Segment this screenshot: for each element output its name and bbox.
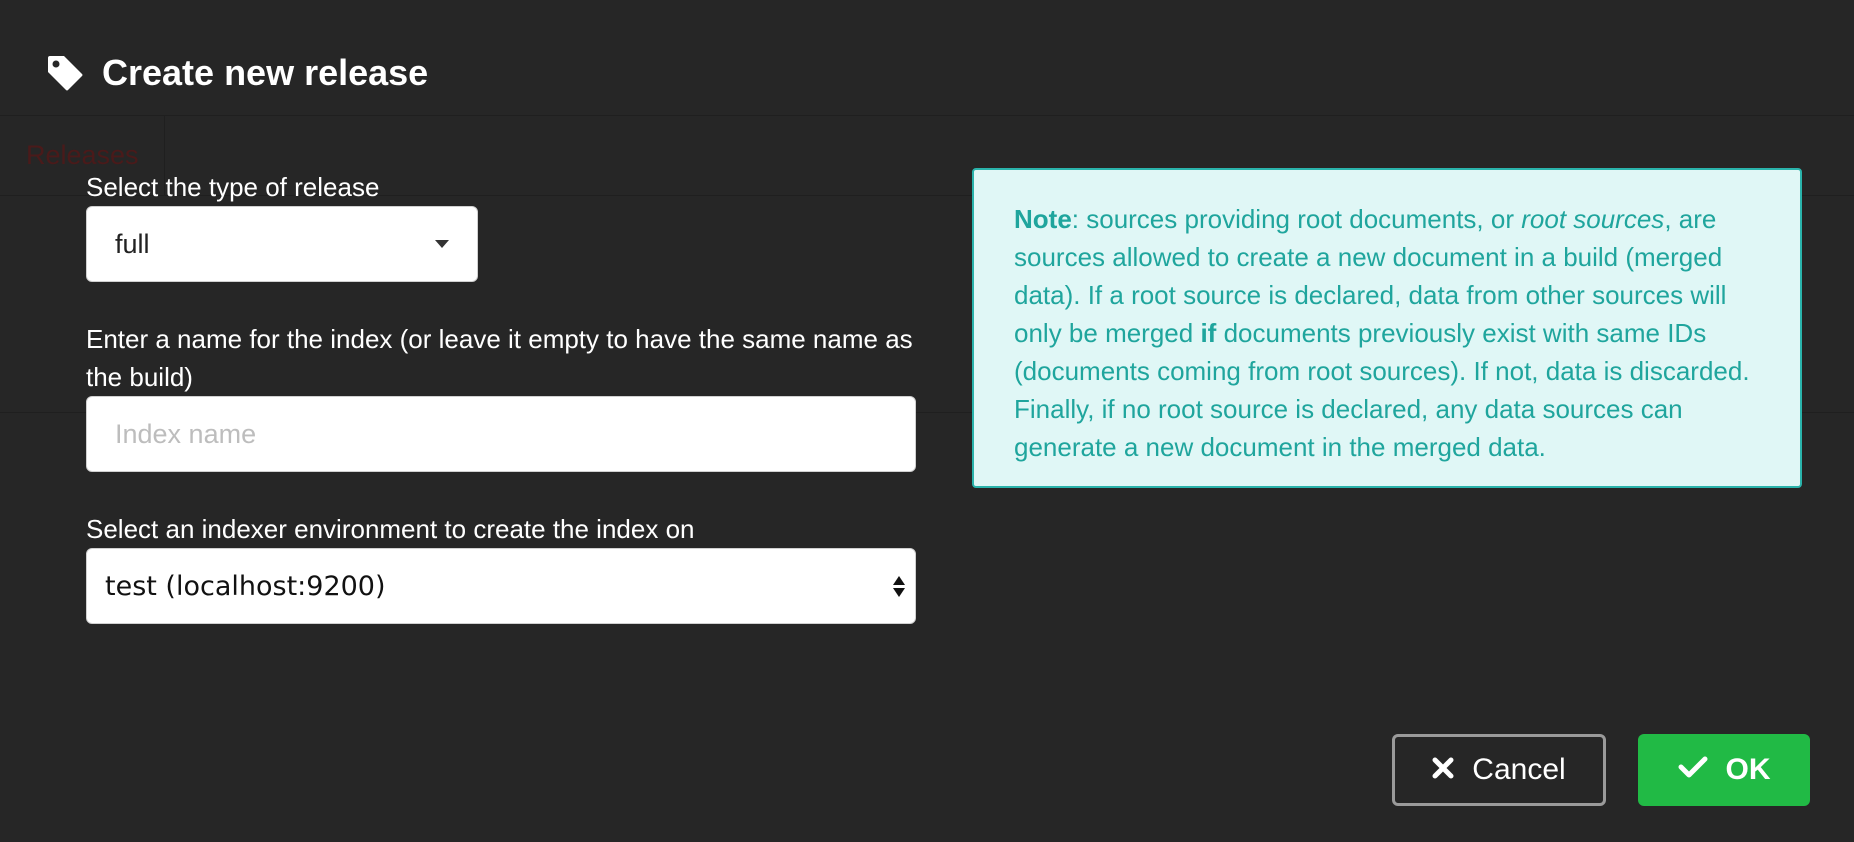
note-emphasis: root sources <box>1521 204 1665 234</box>
release-type-value: full <box>115 228 150 259</box>
index-name-label: Enter a name for the index (or leave it … <box>86 324 913 392</box>
modal-title: Create new release <box>102 52 429 93</box>
chevron-down-icon <box>435 240 449 248</box>
select-arrows-icon <box>893 575 905 597</box>
environment-label: Select an indexer environment to create … <box>86 514 695 544</box>
modal-header: Create new release <box>46 52 428 94</box>
note-lead: Note <box>1014 204 1072 234</box>
create-release-modal: Releases Create new release Select the t… <box>0 0 1854 842</box>
background-divider <box>0 115 1854 116</box>
ok-button[interactable]: OK <box>1638 734 1810 806</box>
note-strong-if: if <box>1200 318 1217 348</box>
release-type-label: Select the type of release <box>86 172 380 202</box>
environment-value: test (localhost:9200) <box>105 570 386 602</box>
environment-select[interactable]: test (localhost:9200) <box>86 548 916 624</box>
checkmark-icon <box>1678 753 1708 787</box>
note-text-1: : sources providing root documents, or <box>1071 204 1522 234</box>
background-tab-releases: Releases <box>26 140 139 170</box>
index-name-input[interactable] <box>86 396 916 472</box>
ok-label: OK <box>1725 753 1771 786</box>
root-sources-note: Note: sources providing root documents, … <box>972 168 1802 488</box>
tag-icon <box>46 54 84 92</box>
release-type-dropdown[interactable]: full <box>86 206 478 282</box>
cancel-button[interactable]: Cancel <box>1392 734 1606 806</box>
close-icon <box>1432 753 1454 787</box>
cancel-label: Cancel <box>1472 753 1566 786</box>
